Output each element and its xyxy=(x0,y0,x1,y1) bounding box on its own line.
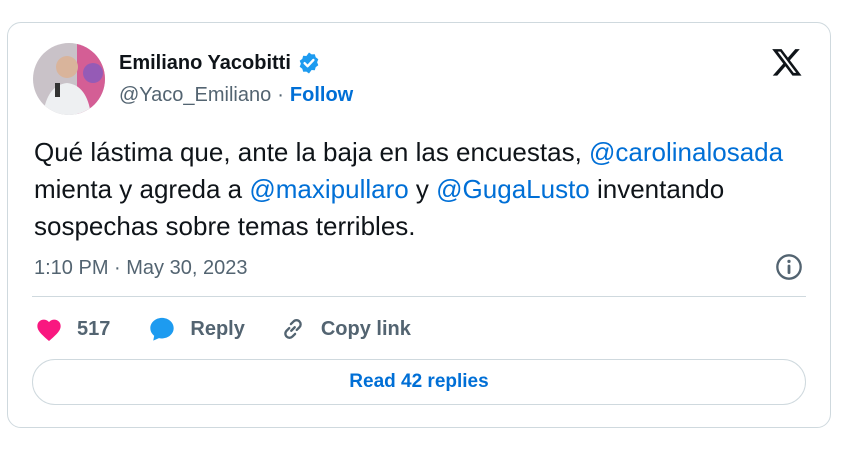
heart-icon xyxy=(37,319,61,342)
tweet-text: Qué lástima que, ante la baja en las enc… xyxy=(34,134,804,245)
like-button[interactable]: 517 xyxy=(35,316,110,342)
verified-badge-icon xyxy=(299,52,319,74)
author-name[interactable]: Emiliano Yacobitti xyxy=(119,52,291,75)
divider xyxy=(32,296,806,297)
info-icon[interactable] xyxy=(775,253,803,281)
read-replies-button[interactable]: Read 42 replies xyxy=(32,359,806,405)
author-handle-row: @Yaco_Emiliano · Follow xyxy=(119,84,353,107)
author-handle[interactable]: @Yaco_Emiliano xyxy=(119,84,271,107)
likes-count: 517 xyxy=(77,317,111,340)
separator-dot: · xyxy=(277,84,284,106)
action-bar: 517 Reply Copy link xyxy=(35,312,445,346)
copy-link-label: Copy link xyxy=(320,317,411,340)
x-logo-icon[interactable] xyxy=(770,46,804,78)
follow-button[interactable]: Follow xyxy=(290,84,353,107)
mention-link[interactable]: @maxipullaro xyxy=(249,174,408,204)
copy-link-button[interactable]: Copy link xyxy=(279,315,411,343)
mention-link[interactable]: @GugaLusto xyxy=(436,174,590,204)
tweet-card: Emiliano Yacobitti @Yaco_Emiliano · Foll… xyxy=(7,22,831,428)
avatar[interactable] xyxy=(33,43,105,115)
reply-button[interactable]: Reply xyxy=(148,315,245,343)
author-name-row: Emiliano Yacobitti xyxy=(119,51,321,75)
tweet-text-segment: y xyxy=(408,174,437,204)
link-icon xyxy=(284,319,302,339)
mention-link[interactable]: @carolinalosada xyxy=(589,137,783,167)
reply-icon xyxy=(150,317,175,341)
reply-label: Reply xyxy=(190,317,245,340)
tweet-text-segment: Qué lástima que, ante la baja en las enc… xyxy=(34,137,590,167)
tweet-timestamp[interactable]: 1:10 PM · May 30, 2023 xyxy=(34,257,247,280)
tweet-text-segment: mienta y agreda a xyxy=(34,174,250,204)
